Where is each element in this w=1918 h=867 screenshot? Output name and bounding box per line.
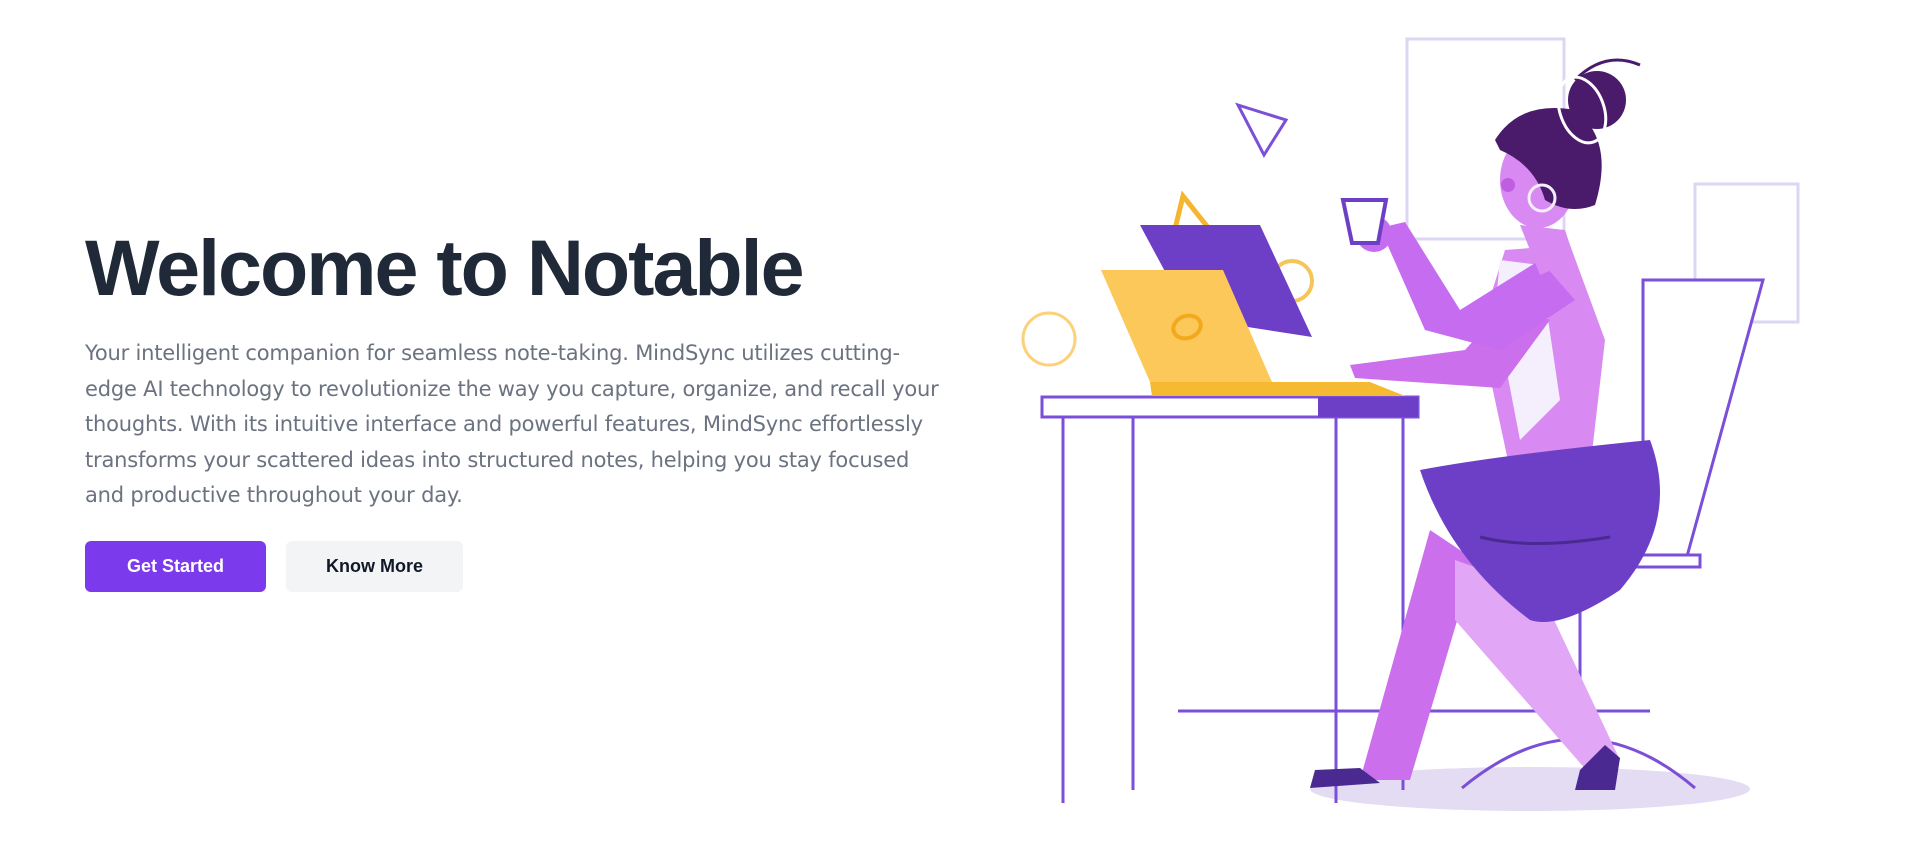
know-more-button[interactable]: Know More: [286, 540, 463, 592]
hero-description: Your intelligent companion for seamless …: [85, 341, 939, 507]
hero-title: Welcome to Notable: [85, 223, 805, 312]
chair-back: [1641, 278, 1765, 562]
woman-cheek: [1501, 178, 1515, 192]
laptop-base: [1150, 382, 1405, 396]
hero-actions: Get Started Know More: [85, 540, 965, 592]
hero-text-block: Welcome to Notable Your intelligent comp…: [85, 222, 965, 592]
triangle-outline-purple: [1235, 102, 1289, 159]
desk-top-dark: [1318, 397, 1418, 417]
hero-section: Welcome to Notable Your intelligent comp…: [0, 0, 1918, 867]
coffee-cup: [1340, 198, 1389, 245]
circle-outline-yellow-left: [1021, 311, 1077, 367]
woman-at-desk-illustration: [1021, 37, 1800, 811]
get-started-button[interactable]: Get Started: [85, 540, 266, 592]
